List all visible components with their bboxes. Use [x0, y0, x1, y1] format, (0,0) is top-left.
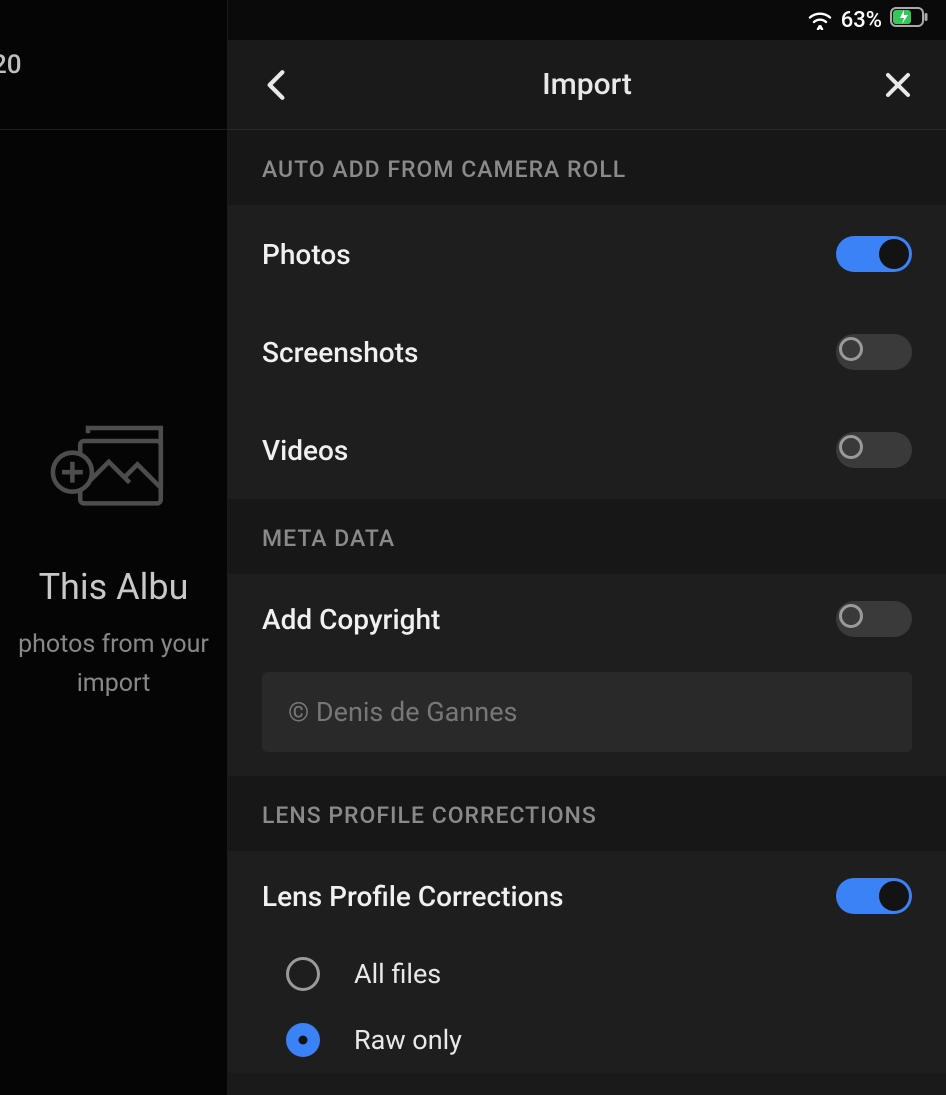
copyright-input[interactable]: [262, 672, 912, 752]
radio-all-files[interactable]: [286, 957, 320, 991]
wifi-icon: [807, 10, 833, 30]
row-photos: Photos: [228, 205, 946, 303]
section-body-auto-add: Photos Screenshots Videos: [228, 205, 946, 499]
section-header-metadata: META DATA: [228, 499, 946, 574]
chevron-left-icon: [265, 68, 287, 102]
row-label-screenshots: Screenshots: [262, 336, 418, 369]
toggle-videos[interactable]: [836, 432, 912, 468]
add-photos-icon: [49, 402, 179, 536]
panel-header: Import: [228, 40, 946, 130]
copyright-input-row: [228, 664, 946, 776]
row-label-videos: Videos: [262, 434, 348, 467]
section-body-metadata: Add Copyright: [228, 574, 946, 776]
empty-subtitle-line1: photos from your: [18, 630, 209, 659]
radio-label-raw-only: Raw only: [354, 1024, 462, 1056]
row-label-lens-corrections: Lens Profile Corrections: [262, 880, 564, 913]
status-bar: 63%: [789, 0, 946, 40]
toggle-lens-corrections[interactable]: [836, 878, 912, 914]
empty-album-placeholder: This Albu photos from your import: [0, 130, 227, 1095]
back-button[interactable]: [256, 65, 296, 105]
close-button[interactable]: [878, 65, 918, 105]
row-add-copyright: Add Copyright: [228, 574, 946, 664]
section-header-lens: LENS PROFILE CORRECTIONS: [228, 776, 946, 851]
background-top-row: 20: [0, 0, 227, 130]
battery-icon: [890, 7, 928, 33]
import-settings-panel: Import AUTO ADD FROM CAMERA ROLL Photos …: [228, 40, 946, 1095]
toggle-add-copyright[interactable]: [836, 601, 912, 637]
radio-row-raw-only[interactable]: Raw only: [228, 1007, 946, 1073]
row-label-add-copyright: Add Copyright: [262, 603, 440, 636]
section-body-lens: Lens Profile Corrections All files Raw o…: [228, 851, 946, 1073]
row-lens-corrections: Lens Profile Corrections: [228, 851, 946, 941]
close-icon: [884, 71, 912, 99]
row-label-photos: Photos: [262, 238, 351, 271]
empty-album-subtitle: photos from your import: [18, 626, 209, 704]
toggle-photos[interactable]: [836, 236, 912, 272]
radio-raw-only[interactable]: [286, 1023, 320, 1057]
battery-percent-label: 63%: [841, 8, 882, 33]
empty-subtitle-line2: import: [77, 669, 151, 698]
background-count: 20: [0, 50, 22, 80]
panel-title: Import: [542, 67, 632, 102]
row-screenshots: Screenshots: [228, 303, 946, 401]
radio-row-all-files[interactable]: All files: [228, 941, 946, 1007]
row-videos: Videos: [228, 401, 946, 499]
section-header-auto-add: AUTO ADD FROM CAMERA ROLL: [228, 130, 946, 205]
radio-label-all-files: All files: [354, 958, 441, 990]
empty-album-title: This Albu: [39, 566, 189, 608]
toggle-screenshots[interactable]: [836, 334, 912, 370]
background-album-view: 20 This Albu photos from your import: [0, 0, 228, 1095]
